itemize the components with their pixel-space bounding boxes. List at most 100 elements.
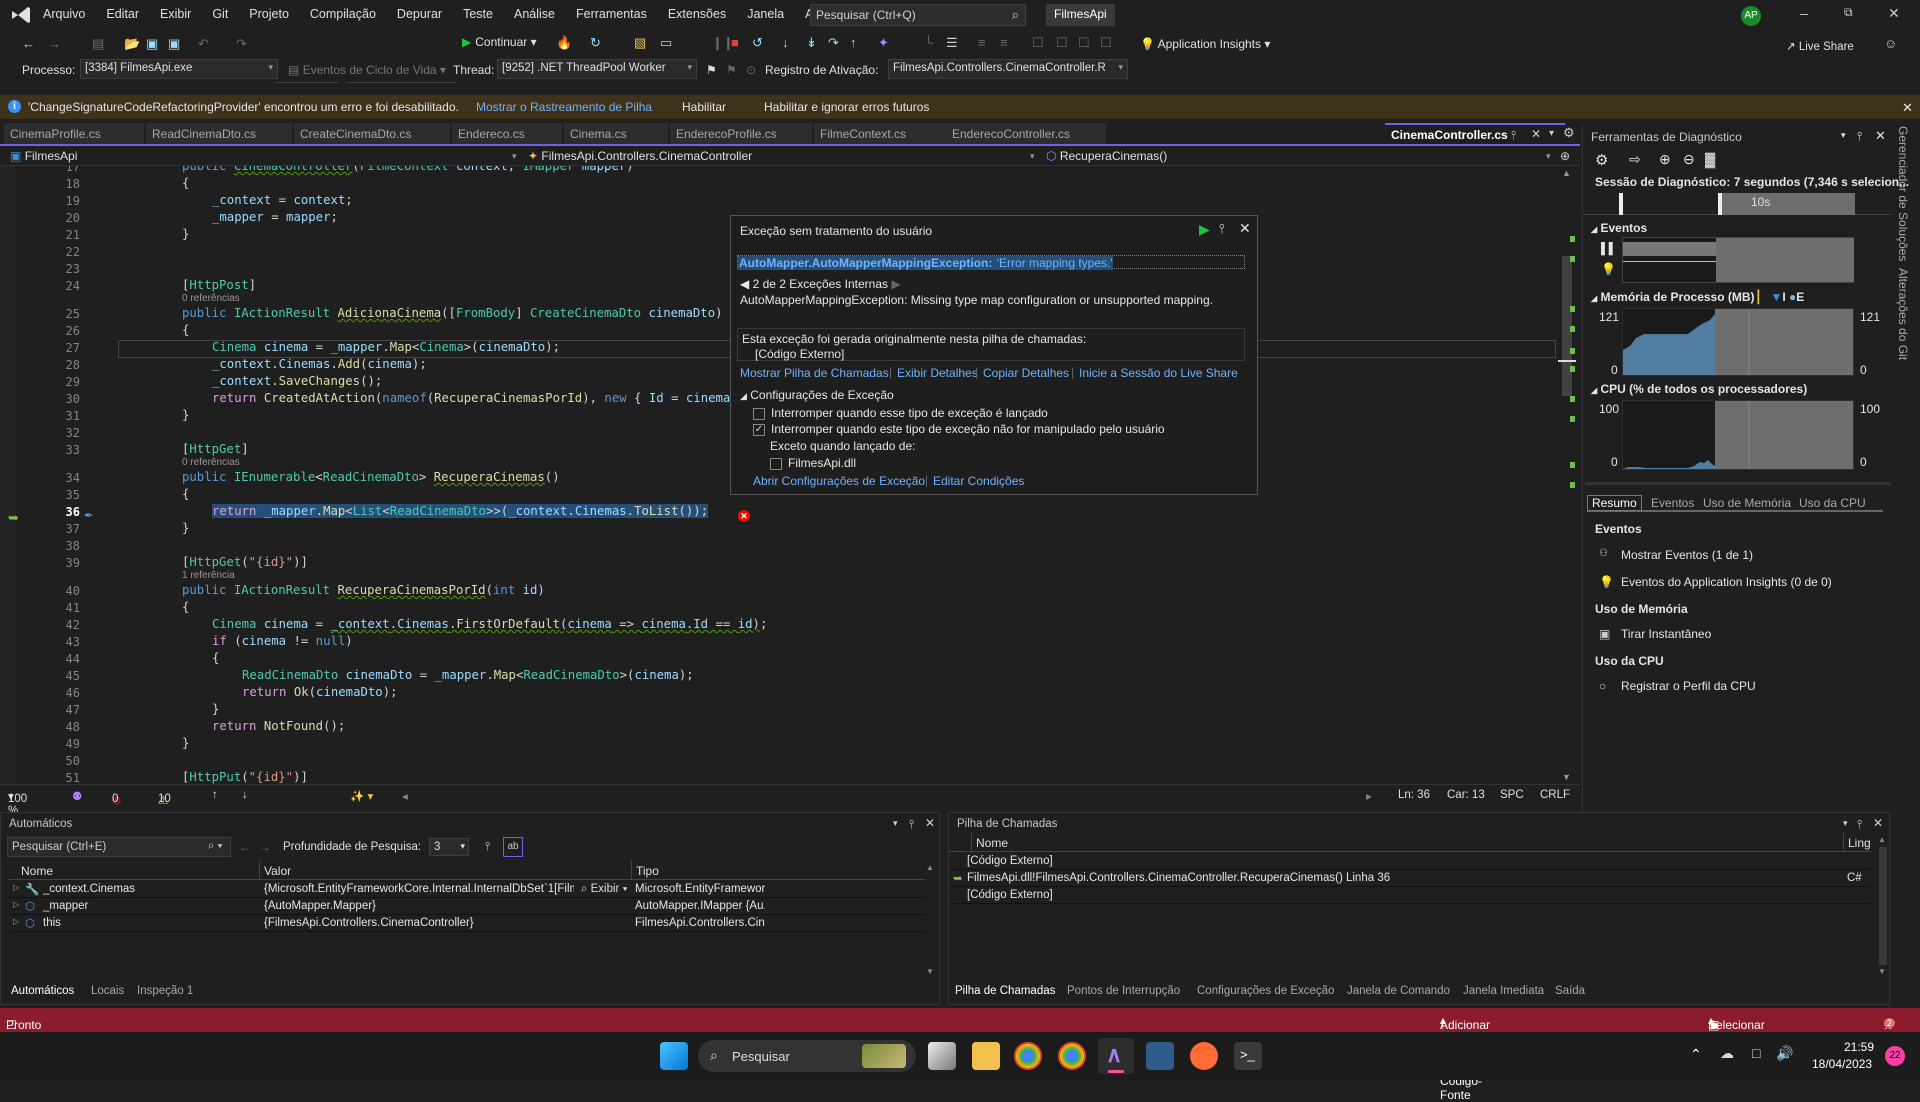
events-header[interactable]: ◢ Eventos (1591, 221, 1647, 235)
tab-pilha-chamadas[interactable]: Pilha de Chamadas (955, 985, 1055, 997)
menu-ferramentas[interactable]: Ferramentas (576, 7, 647, 21)
filter-icon[interactable]: ⊙ (746, 63, 756, 77)
cpu-chart[interactable] (1622, 400, 1854, 470)
clock-date[interactable]: 18/04/2023 (1812, 1057, 1872, 1071)
panel-menu-icon[interactable]: ▾ (1843, 818, 1848, 829)
record-cpu-profile-link[interactable]: Registrar o Perfil da CPU (1621, 679, 1756, 693)
close-popup-icon[interactable]: ✕ (1239, 220, 1251, 237)
code-line[interactable]: if (cinema != null) (212, 634, 353, 648)
close-panel-icon[interactable]: ✕ (1873, 816, 1883, 830)
tab-cinema[interactable]: Cinema.cs (564, 123, 668, 144)
tab-uso-memoria[interactable]: Uso de Memória (1703, 496, 1791, 510)
tab-inspecao[interactable]: Inspeção 1 (137, 985, 193, 997)
scrollbar-thumb[interactable] (1879, 847, 1887, 965)
step-icon[interactable]: └ (924, 35, 933, 50)
scroll-left-icon[interactable]: ◂ (402, 789, 408, 803)
task-view-icon[interactable] (928, 1042, 956, 1070)
menu-analise[interactable]: Análise (514, 7, 555, 21)
inner-exception-nav[interactable]: ◀ 2 de 2 Exceções Internas ▶ (740, 277, 901, 291)
selection-start-handle[interactable] (1619, 193, 1623, 215)
chart-icon[interactable]: ▓ (1705, 151, 1715, 167)
show-events-link[interactable]: Mostrar Eventos (1 de 1) (1621, 548, 1753, 562)
panel-menu-icon[interactable]: ▾ (1841, 130, 1846, 141)
scroll-down-icon[interactable]: ▼ (926, 967, 934, 976)
undo-icon[interactable]: ↶ (198, 36, 209, 52)
chevron-down-icon[interactable]: ▾ (1546, 151, 1551, 162)
memory-header[interactable]: ◢ Memória de Processo (MB) ▏ ▼I ●E (1591, 290, 1804, 304)
visualizer-button[interactable]: ⌕ Exibir ▾ (581, 883, 627, 896)
timeline-ruler[interactable]: 10s (1583, 193, 1891, 215)
zoom-dropdown[interactable]: 100 % ▾ (8, 789, 27, 817)
file-explorer-icon[interactable] (972, 1042, 1000, 1070)
save-all-icon[interactable]: ▣ (168, 36, 180, 52)
continue-button[interactable]: ▶ Continuar ▾ (462, 35, 537, 49)
application-insights-button[interactable]: 💡 Application Insights ▾ (1140, 37, 1270, 51)
minimize-icon[interactable]: – (1800, 5, 1808, 21)
windows-start-icon[interactable] (660, 1042, 688, 1070)
live-share-session-link[interactable]: Inicie a Sessão do Live Share (1079, 366, 1238, 380)
restart-debug-icon[interactable]: ↺ (752, 35, 763, 51)
quick-actions-icon[interactable]: ✒ (84, 509, 93, 522)
thread-dropdown[interactable]: [9252] .NET ThreadPool Worker ▾ (497, 59, 697, 79)
code-line[interactable]: public IEnumerable<ReadCinemaDto> Recupe… (182, 470, 560, 484)
events-track[interactable] (1622, 237, 1854, 283)
class-dropdown[interactable]: ✦ FilmesApi.Controllers.CinemaController (528, 149, 752, 163)
step-over-icon[interactable]: ↷ (828, 35, 839, 51)
tab-saida[interactable]: Saída (1555, 985, 1585, 997)
split-editor-icon[interactable]: ⊕ (1560, 149, 1570, 163)
tab-enderecoprofile[interactable]: EnderecoProfile.cs (670, 123, 812, 144)
show-call-stack-link[interactable]: Mostrar Pilha de Chamadas (740, 366, 889, 380)
tab-eventos[interactable]: Eventos (1651, 496, 1694, 510)
side-tab-git-changes[interactable]: Alterações do Git (1896, 268, 1910, 360)
code-line[interactable]: } (182, 408, 189, 422)
tab-overflow-icon[interactable]: ▾ (1549, 128, 1554, 139)
next-issue-icon[interactable]: ↓ (242, 789, 248, 801)
break-event-bar[interactable] (1623, 242, 1716, 256)
code-line[interactable]: { (182, 176, 189, 190)
code-line[interactable]: public IActionResult AdicionaCinema([Fro… (182, 306, 723, 320)
scroll-up-icon[interactable]: ▲ (1562, 168, 1571, 178)
flag-icon[interactable]: ⚑ (706, 63, 717, 77)
column-indicator[interactable]: Car: 13 (1447, 789, 1485, 801)
column-valor[interactable]: Valor (259, 861, 291, 880)
tab-automaticos[interactable]: Automáticos (11, 985, 74, 997)
view-details-link[interactable]: Exibir Detalhes (897, 366, 978, 380)
menu-exibir[interactable]: Exibir (160, 7, 191, 21)
pin-column-icon[interactable]: ⫯ (485, 839, 490, 854)
tab-pontos-interrupcao[interactable]: Pontos de Interrupção (1067, 985, 1180, 997)
copilot-icon[interactable]: ⚉ (72, 789, 82, 803)
close-panel-icon[interactable]: ✕ (1875, 128, 1886, 144)
code-line[interactable]: } (182, 521, 189, 535)
depth-dropdown[interactable]: 3 ▾ (429, 838, 469, 856)
code-line[interactable]: _context.SaveChanges(); (212, 374, 382, 388)
autos-row[interactable]: ▷ 🔧 _context.Cinemas {Microsoft.EntityFrame… (9, 881, 925, 898)
spacing-indicator[interactable]: SPC (1500, 789, 1524, 801)
menu-arquivo[interactable]: Arquivo (43, 7, 85, 21)
side-tab-solution-explorer[interactable]: Gerenciador de Soluções (1896, 126, 1910, 261)
exception-icon[interactable]: ✕ (738, 510, 750, 522)
avatar[interactable]: AP (1741, 6, 1761, 26)
tab-cinemaprofile[interactable]: CinemaProfile.cs (4, 123, 144, 144)
chrome-profile-icon[interactable] (1058, 1042, 1086, 1070)
zoom-in-icon[interactable]: ⊕ (1659, 151, 1671, 168)
close-panel-icon[interactable]: ✕ (925, 816, 935, 830)
code-line[interactable]: } (212, 702, 219, 716)
code-line[interactable]: [HttpPost] (182, 278, 256, 292)
column-nome[interactable]: Nome (21, 864, 53, 878)
forward-icon[interactable]: → (48, 36, 61, 51)
stackframe-dropdown[interactable]: FilmesApi.Controllers.CinemaController.R… (888, 59, 1128, 79)
take-snapshot-link[interactable]: Tirar Instantâneo (1621, 627, 1711, 641)
feedback-icon[interactable]: ☺ (1884, 36, 1897, 51)
global-search-input[interactable]: Pesquisar (Ctrl+Q) ⌕ (810, 4, 1026, 26)
hot-reload-icon[interactable]: 🔥 (556, 35, 572, 51)
tab-uso-cpu[interactable]: Uso da CPU (1799, 496, 1866, 510)
menu-extensoes[interactable]: Extensões (668, 7, 726, 21)
autos-search-input[interactable]: Pesquisar (Ctrl+E) ⌕ ▾ (7, 837, 231, 857)
menu-compilacao[interactable]: Compilação (310, 7, 376, 21)
member-dropdown[interactable]: ⬡ RecuperaCinemas() (1046, 149, 1167, 163)
network-icon[interactable]: □ (1752, 1045, 1760, 1061)
clock-time[interactable]: 21:59 (1844, 1040, 1874, 1054)
autos-row[interactable]: ▷ ⬡ _mapper {AutoMapper.Mapper} AutoMapper.I… (9, 898, 925, 915)
code-line[interactable]: { (212, 651, 219, 665)
checkbox[interactable] (770, 457, 782, 470)
